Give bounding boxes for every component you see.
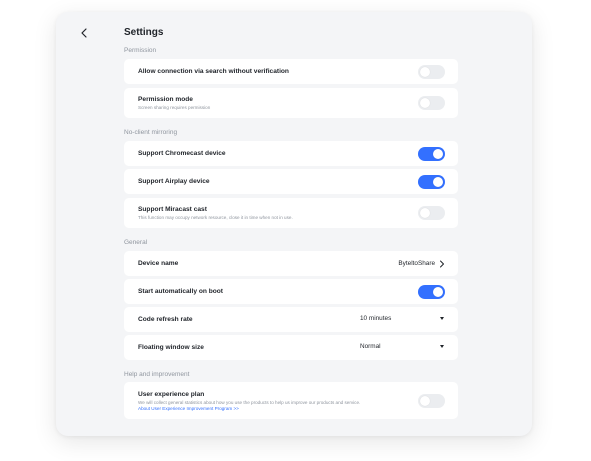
- setting-row-airplay: Support Airplay device: [124, 169, 458, 194]
- chevron-right-icon: [440, 260, 444, 267]
- toggle-knob: [433, 148, 443, 159]
- setting-title: Support Airplay device: [138, 178, 210, 185]
- setting-description: This function may occupy network resourc…: [138, 215, 293, 220]
- setting-title: Start automatically on boot: [138, 288, 223, 295]
- setting-row-ux-plan: User experience plan We will collect gen…: [124, 382, 458, 419]
- setting-title: User experience plan: [138, 390, 205, 398]
- device-name-text: ByteltoShare: [398, 260, 435, 267]
- setting-row-device-name[interactable]: Device name ByteltoShare: [124, 251, 458, 276]
- refresh-rate-dropdown[interactable]: 10 minutes: [360, 315, 444, 322]
- setting-row-autostart: Start automatically on boot: [124, 279, 458, 304]
- setting-row-miracast: Support Miracast cast This function may …: [124, 198, 458, 228]
- floating-window-dropdown[interactable]: Normal: [360, 343, 444, 350]
- setting-row-connection: Allow connection via search without veri…: [124, 59, 458, 84]
- floating-window-value: Normal: [360, 343, 381, 350]
- toggle-knob: [420, 98, 430, 108]
- miracast-toggle[interactable]: [418, 206, 445, 220]
- section-label-general: General: [124, 239, 148, 246]
- toggle-knob: [420, 208, 430, 218]
- setting-description: Screen sharing requires permission: [138, 105, 211, 110]
- section-label-help: Help and improvement: [124, 371, 190, 378]
- setting-row-chromecast: Support Chromecast device: [124, 141, 458, 166]
- autostart-toggle[interactable]: [418, 284, 445, 299]
- toggle-knob: [433, 286, 443, 297]
- setting-title: Device name: [138, 260, 179, 267]
- section-label-permission: Permission: [124, 47, 157, 54]
- device-name-value[interactable]: ByteltoShare: [398, 260, 445, 268]
- refresh-rate-value: 10 minutes: [360, 315, 392, 322]
- permission-mode-toggle[interactable]: [418, 96, 445, 110]
- section-label-mirroring: No-client mirroring: [124, 129, 178, 136]
- chevron-left-icon: [81, 28, 87, 38]
- airplay-toggle[interactable]: [418, 174, 445, 189]
- setting-row-floating-window: Floating window size Normal: [124, 335, 458, 360]
- caret-down-icon: [440, 317, 444, 320]
- setting-row-refresh-rate: Code refresh rate 10 minutes: [124, 307, 458, 332]
- ux-plan-toggle[interactable]: [418, 393, 445, 408]
- setting-row-permission-mode: Permission mode Screen sharing requires …: [124, 88, 458, 118]
- setting-description: We will collect general statistics about…: [138, 399, 361, 405]
- page-title: Settings: [124, 27, 164, 38]
- setting-title: Allow connection via search without veri…: [138, 68, 289, 75]
- setting-title: Support Miracast cast: [138, 206, 207, 213]
- caret-down-icon: [440, 345, 444, 348]
- toggle-knob: [420, 395, 430, 406]
- toggle-knob: [420, 66, 430, 77]
- back-button[interactable]: [77, 26, 91, 40]
- chromecast-toggle[interactable]: [418, 146, 445, 161]
- setting-title: Permission mode: [138, 96, 193, 103]
- toggle-knob: [433, 176, 443, 187]
- ux-program-link[interactable]: About User Experience Improvement Progra…: [138, 406, 418, 411]
- setting-title: Support Chromecast device: [138, 150, 226, 157]
- connection-toggle[interactable]: [418, 64, 445, 79]
